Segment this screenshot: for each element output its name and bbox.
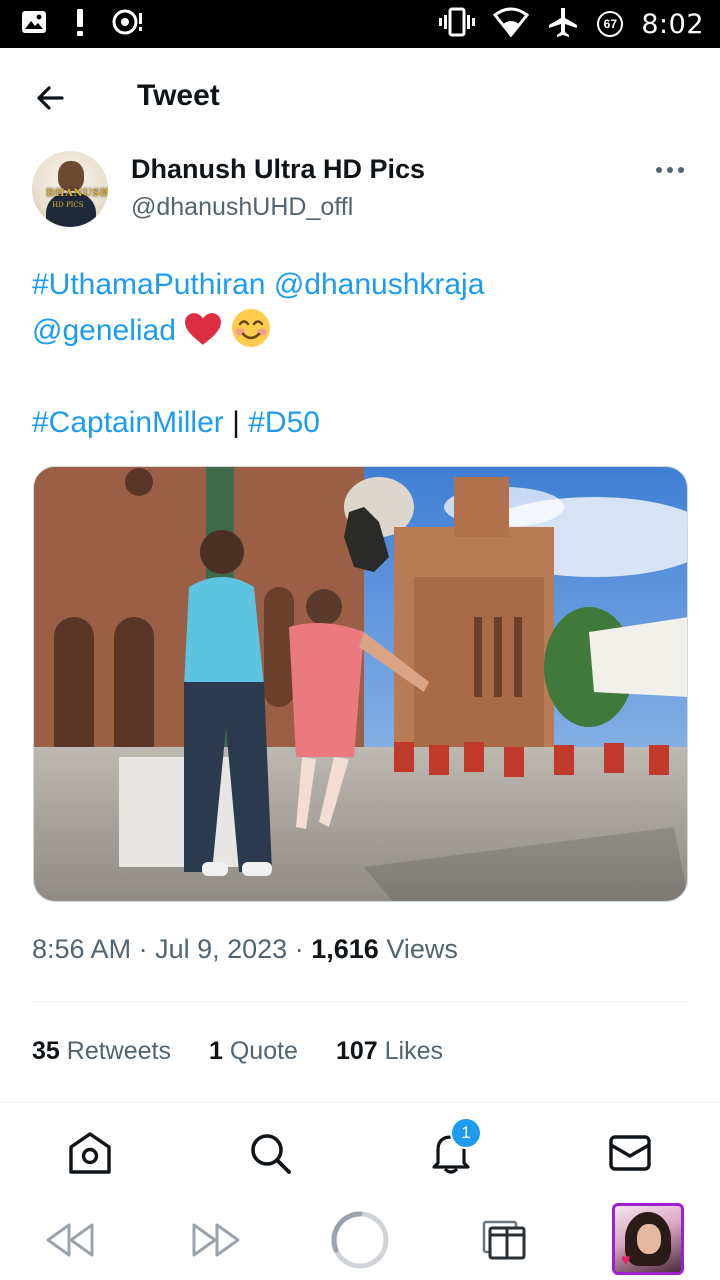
rewind-icon: [46, 1223, 94, 1257]
retweets-stat[interactable]: 35 Retweets: [32, 1037, 171, 1066]
likes-stat[interactable]: 107 Likes: [336, 1037, 443, 1066]
tweet-time: 8:56 AM: [32, 934, 132, 964]
views-count: 1,616: [311, 934, 379, 964]
top-bar: Tweet: [0, 48, 720, 148]
status-time: 8:02: [641, 8, 704, 40]
divider: [32, 1001, 688, 1002]
back-button[interactable]: [30, 78, 70, 118]
tab-search[interactable]: [246, 1129, 294, 1177]
alert-icon: [74, 7, 86, 42]
photo-scene: [34, 467, 687, 901]
vibrate-icon: [439, 7, 476, 42]
tweet-line-2: @geneliad: [32, 308, 692, 354]
tweet-line-3: #CaptainMiller | #D50: [32, 400, 692, 446]
mention-link[interactable]: @geneliad: [32, 314, 176, 347]
hashtag-link[interactable]: #CaptainMiller: [32, 406, 224, 439]
messages-icon: [609, 1135, 651, 1171]
podcast-icon: [112, 7, 144, 42]
notification-badge: 1: [450, 1117, 482, 1149]
hashtag-link[interactable]: #D50: [248, 406, 320, 439]
separator-text: |: [232, 406, 240, 439]
tweet-meta: 8:56 AM · Jul 9, 2023 · 1,616 Views: [32, 934, 458, 964]
fast-forward-button[interactable]: [184, 1208, 248, 1272]
more-options-button[interactable]: [648, 155, 692, 185]
bottom-tab-bar: [0, 1102, 720, 1198]
back-arrow-icon: [37, 86, 64, 110]
tab-home[interactable]: [66, 1129, 114, 1177]
rewind-button[interactable]: [38, 1208, 102, 1272]
search-icon: [251, 1134, 291, 1174]
tab-messages[interactable]: [606, 1129, 654, 1177]
views-label: Views: [386, 934, 458, 964]
tabs-button[interactable]: [472, 1208, 536, 1272]
page-title: Tweet: [137, 79, 220, 112]
mention-link[interactable]: @dhanushkraja: [274, 268, 485, 301]
gallery-icon: [20, 8, 48, 41]
author-handle[interactable]: @dhanushUHD_offl: [131, 193, 353, 222]
fast-forward-icon: [192, 1223, 240, 1257]
smiling-face-icon: [231, 309, 270, 347]
status-bar: 67 8:02: [0, 0, 720, 48]
wifi-icon: [493, 7, 530, 42]
tweet-photo[interactable]: [33, 466, 688, 902]
loading-button[interactable]: [328, 1208, 392, 1272]
tweet-text: #UthamaPuthiran @dhanushkraja @geneliad …: [32, 262, 692, 446]
avatar[interactable]: DHANUSH HD PICS: [32, 151, 108, 227]
quotes-stat[interactable]: 1 Quote: [209, 1037, 298, 1066]
airplane-mode-icon: [547, 6, 579, 43]
tabs-icon: [482, 1220, 526, 1260]
app-thumbnail[interactable]: ♥: [612, 1203, 684, 1275]
hashtag-link[interactable]: #UthamaPuthiran: [32, 268, 265, 301]
tweet-line-1: #UthamaPuthiran @dhanushkraja: [32, 262, 692, 308]
home-icon: [69, 1132, 111, 1174]
heart-icon: ♥: [621, 1252, 631, 1269]
battery-icon: 67: [597, 11, 624, 37]
author-name[interactable]: Dhanush Ultra HD Pics: [131, 154, 425, 185]
tweet-date: Jul 9, 2023: [155, 934, 288, 964]
red-heart-icon: [185, 313, 222, 345]
loading-icon: [331, 1211, 389, 1269]
tweet-stats: 35 Retweets 1 Quote 107 Likes: [32, 1037, 443, 1066]
more-icon: [656, 167, 662, 173]
